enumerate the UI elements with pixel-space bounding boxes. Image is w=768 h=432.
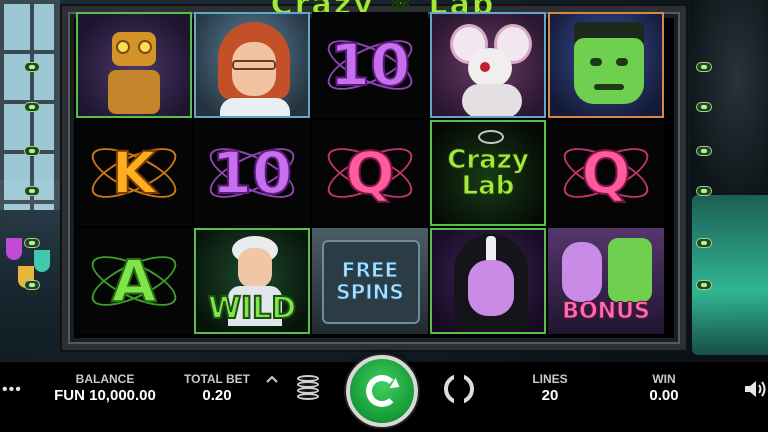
spins-label: SPINS: [336, 280, 405, 304]
bulb-left: [24, 62, 40, 72]
symbol-wild: WILD: [194, 228, 310, 334]
bulb-left: [24, 186, 40, 196]
lines-label: LINES: [532, 372, 568, 386]
lab-machinery: [690, 0, 768, 195]
ten-label: 10: [329, 31, 412, 99]
symbol-lab-mouse: [430, 12, 546, 118]
symbol-bride: [430, 228, 546, 334]
k-label: K: [111, 139, 158, 207]
symbol-scientist-woman: [194, 12, 310, 118]
bonus-label: BONUS: [562, 299, 651, 325]
total-bet-label: TOTAL BET: [184, 372, 250, 386]
bulb-right: [696, 280, 712, 290]
bulb-right: [696, 238, 712, 248]
symbol-ten: 10: [312, 12, 428, 118]
q-label: Q: [580, 139, 631, 207]
balance-display: BALANCE FUN 10,000.00: [40, 372, 170, 404]
autoplay-icon[interactable]: [444, 370, 474, 408]
symbol-ten: 10: [194, 120, 310, 226]
bulb-left: [24, 146, 40, 156]
crazy-lab-logo-text: Crazy Lab: [447, 145, 530, 201]
flask: [34, 250, 50, 272]
spin-icon: [366, 375, 398, 407]
symbol-crazy-lab-logo: Crazy Lab: [430, 120, 546, 226]
symbol-a: A: [76, 228, 192, 334]
free-spins-label: FREE SPINS: [336, 258, 405, 304]
bulb-left: [24, 238, 40, 248]
symbol-q: Q: [312, 120, 428, 226]
lines-display: LINES 20: [510, 372, 590, 404]
total-bet-display[interactable]: TOTAL BET 0.20: [172, 372, 262, 404]
reels-grid: 10 K 10 Q Crazy Lab Q A WILD FREE SPINS …: [76, 12, 664, 334]
bulb-right: [696, 102, 712, 112]
speaker-icon[interactable]: [744, 380, 766, 398]
q-label: Q: [344, 139, 395, 207]
bulb-left: [24, 102, 40, 112]
win-display: WIN 0.00: [626, 372, 702, 404]
win-value: 0.00: [649, 387, 679, 404]
symbol-robot: [76, 12, 192, 118]
total-bet-value: 0.20: [202, 387, 232, 404]
balance-value: FUN 10,000.00: [54, 387, 156, 404]
a-label: A: [111, 247, 158, 315]
wild-label: WILD: [207, 290, 297, 327]
bulb-right: [696, 186, 712, 196]
scientist-woman-icon: [196, 14, 308, 116]
balance-label: BALANCE: [75, 372, 135, 386]
lines-value: 20: [541, 387, 559, 404]
frankenstein-icon: [550, 14, 662, 116]
free-label: FREE: [341, 258, 399, 282]
spin-button[interactable]: [346, 355, 418, 427]
ten-label: 10: [211, 139, 294, 207]
flask: [6, 238, 22, 260]
atom-icon: [478, 130, 504, 144]
flask-shelf: [0, 180, 60, 290]
symbol-k: K: [76, 120, 192, 226]
coin-stack-icon[interactable]: [294, 373, 324, 405]
symbol-q: Q: [548, 120, 664, 226]
bulb-right: [696, 146, 712, 156]
lab-mouse-icon: [432, 14, 544, 116]
chevron-up-icon[interactable]: [266, 374, 278, 384]
bride-icon: [432, 230, 544, 332]
liquid-tank: [692, 195, 768, 355]
symbol-bonus: BONUS: [548, 228, 664, 334]
ellipsis-icon[interactable]: •••: [2, 381, 22, 399]
symbol-free-spins: FREE SPINS: [312, 228, 428, 334]
crazy-label: Crazy: [447, 145, 530, 175]
bulb-left: [24, 280, 40, 290]
lab-label: Lab: [461, 171, 515, 201]
bulb-right: [696, 62, 712, 72]
win-label: WIN: [652, 372, 676, 386]
symbol-frankenstein: [548, 12, 664, 118]
robot-icon: [78, 14, 190, 116]
